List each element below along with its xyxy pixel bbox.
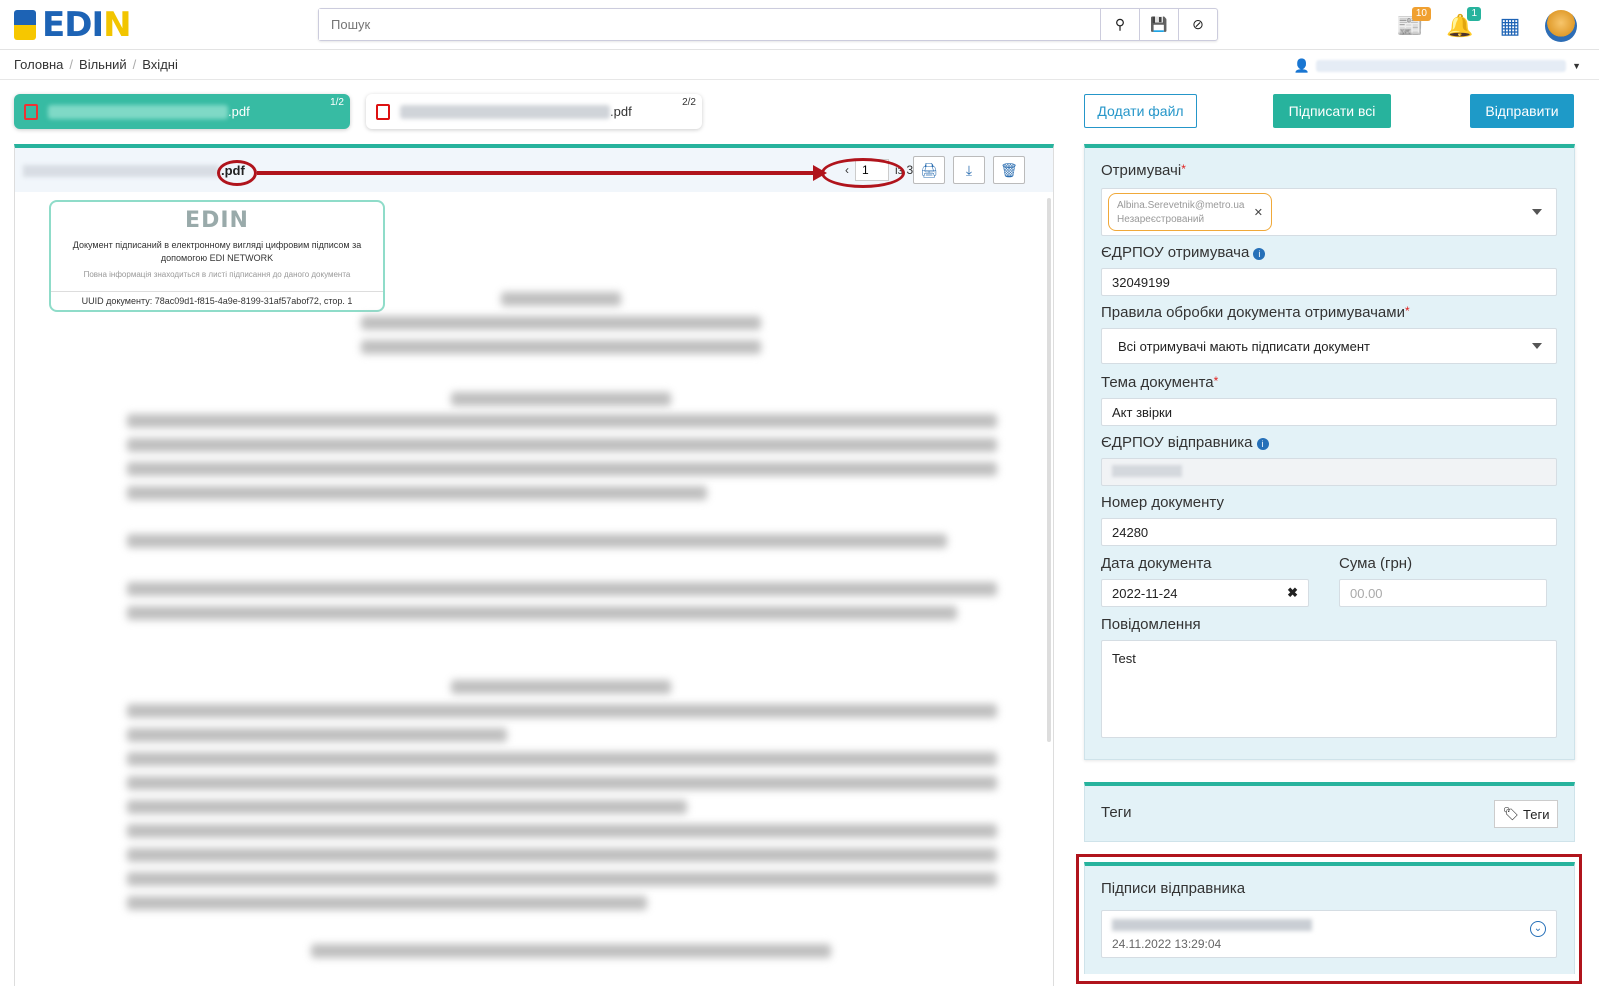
tags-button[interactable]: 🏷 Теги bbox=[1494, 800, 1558, 828]
document-form: Отримувачі* Albina.Serevetnik@metro.ua Н… bbox=[1084, 144, 1575, 760]
print-icon[interactable]: 🖨 bbox=[913, 156, 945, 184]
chevron-down-icon bbox=[1532, 343, 1542, 349]
annotation-arrow bbox=[257, 171, 817, 175]
news-icon[interactable]: 📰 10 bbox=[1395, 7, 1431, 41]
edrpou-sender-field bbox=[1101, 458, 1557, 486]
search-bar: ⚲ 💾 ⊘ bbox=[318, 8, 1218, 41]
viewer-file-name: .pdf bbox=[23, 163, 245, 178]
highlight-pager bbox=[821, 158, 905, 188]
breadcrumb-incoming: Вхідні bbox=[142, 57, 178, 72]
file-tab-2[interactable]: .pdf 2/2 bbox=[366, 94, 702, 129]
info-icon: i bbox=[1256, 438, 1269, 450]
expand-chevron-icon[interactable]: ⌄ bbox=[1530, 921, 1546, 937]
document-viewer: .pdf ‹ із 3 › 🖨 ⤓ 🗑 EDIN Документ підпис… bbox=[14, 144, 1054, 990]
top-bar: EDIN ⚲ 💾 ⊘ 📰10 🔔1 ▦ bbox=[0, 0, 1599, 50]
delete-icon[interactable]: 🗑 bbox=[993, 156, 1025, 184]
message-textarea[interactable]: Test bbox=[1101, 640, 1557, 738]
edin-logo[interactable]: EDIN bbox=[14, 8, 132, 42]
send-button[interactable]: Відправити bbox=[1470, 94, 1574, 128]
remove-recipient-icon[interactable]: ✕ bbox=[1254, 206, 1263, 220]
breadcrumb-free[interactable]: Вільний bbox=[79, 57, 127, 72]
pdf-icon bbox=[24, 103, 38, 120]
pdf-icon bbox=[376, 103, 390, 120]
trident-icon bbox=[14, 10, 36, 40]
avatar[interactable] bbox=[1545, 10, 1577, 42]
signature-stamp: EDIN Документ підписаний в електронному … bbox=[49, 200, 385, 312]
chevron-down-icon: ▼ bbox=[1572, 61, 1581, 71]
processing-rules-select[interactable]: Всі отримувачі мають підписати документ bbox=[1101, 328, 1557, 364]
tags-panel: Теги 🏷 Теги bbox=[1084, 782, 1575, 842]
user-selector[interactable]: 👤 ▼ bbox=[1294, 58, 1581, 74]
highlight-filename bbox=[217, 160, 257, 186]
add-file-button[interactable]: Додати файл bbox=[1084, 94, 1197, 128]
doc-date-field[interactable]: 2022-11-24 ✖ bbox=[1101, 579, 1309, 607]
download-icon[interactable]: ⤓ bbox=[953, 156, 985, 184]
breadcrumb: Головна / Вільний / Вхідні bbox=[14, 57, 178, 72]
sign-all-button[interactable]: Підписати всі bbox=[1273, 94, 1391, 128]
sender-signatures-panel: Підписи відправника 24.11.2022 13:29:04 … bbox=[1084, 862, 1575, 974]
sum-field[interactable]: 00.00 bbox=[1339, 579, 1547, 607]
recipients-select[interactable]: Albina.Serevetnik@metro.ua Незареєстрова… bbox=[1101, 188, 1557, 236]
search-icon[interactable]: ⚲ bbox=[1100, 9, 1139, 40]
user-icon: 👤 bbox=[1293, 58, 1311, 73]
signature-item[interactable]: 24.11.2022 13:29:04 ⌄ bbox=[1101, 910, 1557, 958]
search-input[interactable] bbox=[319, 9, 1100, 40]
clear-date-icon[interactable]: ✖ bbox=[1287, 585, 1298, 601]
save-search-icon[interactable]: 💾 bbox=[1139, 9, 1178, 40]
recipient-chip: Albina.Serevetnik@metro.ua Незареєстрова… bbox=[1108, 193, 1272, 231]
tag-icon: 🏷 bbox=[1502, 806, 1520, 821]
subject-field[interactable]: Акт звірки bbox=[1101, 398, 1557, 426]
breadcrumb-home[interactable]: Головна bbox=[14, 57, 63, 72]
chevron-down-icon bbox=[1532, 209, 1542, 215]
clear-search-icon[interactable]: ⊘ bbox=[1178, 9, 1217, 40]
edrpou-recipient-field[interactable]: 32049199 bbox=[1101, 268, 1557, 296]
info-icon: i bbox=[1253, 248, 1266, 260]
bell-icon[interactable]: 🔔 1 bbox=[1445, 7, 1481, 41]
doc-number-field[interactable]: 24280 bbox=[1101, 518, 1557, 546]
file-tab-1[interactable]: .pdf 1/2 bbox=[14, 94, 350, 129]
apps-grid-icon[interactable]: ▦ bbox=[1495, 11, 1525, 41]
viewer-scrollbar[interactable] bbox=[1047, 198, 1051, 742]
pdf-page: EDIN Документ підписаний в електронному … bbox=[31, 192, 1031, 990]
